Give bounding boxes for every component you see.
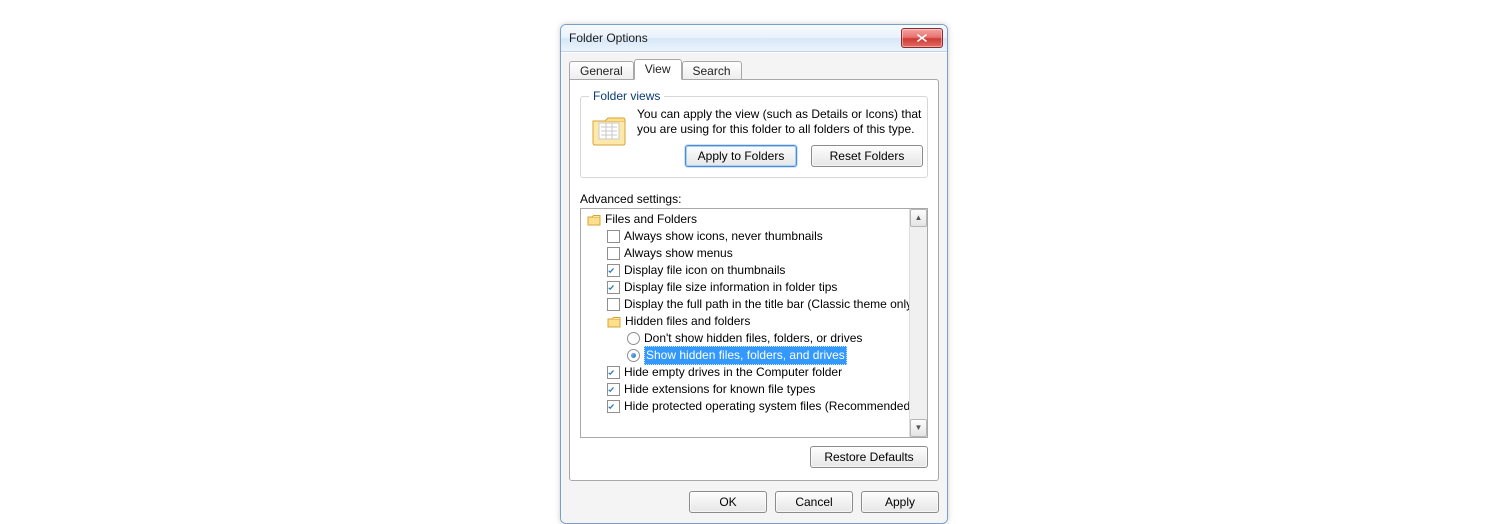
chevron-up-icon: ▲ — [915, 214, 923, 222]
folder-preview-icon — [589, 109, 629, 149]
window-title: Folder Options — [569, 31, 901, 45]
opt-label: Display the full path in the title bar (… — [624, 296, 909, 313]
opt-hide-protected-os-files[interactable]: Hide protected operating system files (R… — [585, 398, 909, 415]
opt-display-file-icon-on-thumbnails[interactable]: Display file icon on thumbnails — [585, 262, 909, 279]
checkbox-icon[interactable] — [607, 230, 620, 243]
titlebar[interactable]: Folder Options — [561, 25, 947, 52]
close-icon — [917, 34, 927, 42]
ok-button[interactable]: OK — [689, 491, 767, 513]
apply-to-folders-button[interactable]: Apply to Folders — [685, 145, 797, 167]
folder-views-title: Folder views — [589, 89, 664, 103]
tab-page-view: Folder views — [569, 79, 939, 481]
advanced-settings-label: Advanced settings: — [580, 192, 928, 206]
opt-label-selected: Show hidden files, folders, and drives — [644, 346, 847, 365]
folder-views-group: Folder views — [580, 96, 928, 178]
opt-dont-show-hidden[interactable]: Don't show hidden files, folders, or dri… — [585, 330, 909, 347]
radio-icon[interactable] — [627, 349, 640, 362]
opt-label: Hide empty drives in the Computer folder — [624, 364, 842, 381]
restore-defaults-button[interactable]: Restore Defaults — [810, 446, 928, 468]
tab-search[interactable]: Search — [682, 61, 742, 81]
opt-always-show-menus[interactable]: Always show menus — [585, 245, 909, 262]
checkbox-icon[interactable] — [607, 366, 620, 379]
tree-content: Files and Folders Always show icons, nev… — [581, 209, 909, 437]
opt-label: Always show icons, never thumbnails — [624, 228, 823, 245]
chevron-down-icon: ▼ — [915, 424, 923, 432]
folder-views-description: You can apply the view (such as Details … — [637, 107, 923, 137]
opt-label: Always show menus — [624, 245, 733, 262]
folder-options-dialog: Folder Options General View Search Folde… — [560, 24, 948, 524]
tab-strip: General View Search — [569, 59, 939, 80]
checkbox-icon[interactable] — [607, 247, 620, 260]
folder-icon — [607, 316, 621, 328]
scrollbar[interactable]: ▲ ▼ — [909, 209, 927, 437]
folder-icon — [587, 214, 601, 226]
client-area: General View Search Folder views — [561, 52, 947, 523]
opt-label: Display file icon on thumbnails — [624, 262, 785, 279]
advanced-settings-tree[interactable]: Files and Folders Always show icons, nev… — [580, 208, 928, 438]
opt-label: Don't show hidden files, folders, or dri… — [644, 330, 862, 347]
opt-display-file-size-in-tips[interactable]: Display file size information in folder … — [585, 279, 909, 296]
scroll-up-button[interactable]: ▲ — [910, 209, 927, 227]
checkbox-icon[interactable] — [607, 264, 620, 277]
opt-display-full-path-titlebar[interactable]: Display the full path in the title bar (… — [585, 296, 909, 313]
opt-show-hidden[interactable]: Show hidden files, folders, and drives — [585, 347, 909, 364]
tab-general[interactable]: General — [569, 61, 634, 81]
apply-button[interactable]: Apply — [861, 491, 939, 513]
dialog-buttons: OK Cancel Apply — [569, 491, 939, 513]
checkbox-icon[interactable] — [607, 383, 620, 396]
opt-label: Hidden files and folders — [625, 313, 750, 330]
cancel-button[interactable]: Cancel — [775, 491, 853, 513]
close-button[interactable] — [901, 28, 943, 48]
opt-hide-extensions[interactable]: Hide extensions for known file types — [585, 381, 909, 398]
checkbox-icon[interactable] — [607, 298, 620, 311]
scroll-down-button[interactable]: ▼ — [910, 419, 927, 437]
tab-view[interactable]: View — [634, 59, 682, 80]
tree-root-files-and-folders[interactable]: Files and Folders — [585, 211, 909, 228]
radio-icon[interactable] — [627, 332, 640, 345]
tree-group-hidden-files[interactable]: Hidden files and folders — [585, 313, 909, 330]
reset-folders-button[interactable]: Reset Folders — [811, 145, 923, 167]
opt-hide-empty-drives[interactable]: Hide empty drives in the Computer folder — [585, 364, 909, 381]
opt-always-show-icons[interactable]: Always show icons, never thumbnails — [585, 228, 909, 245]
opt-label: Display file size information in folder … — [624, 279, 837, 296]
tree-root-label: Files and Folders — [605, 211, 697, 228]
opt-label: Hide protected operating system files (R… — [624, 398, 909, 415]
opt-label: Hide extensions for known file types — [624, 381, 815, 398]
checkbox-icon[interactable] — [607, 400, 620, 413]
checkbox-icon[interactable] — [607, 281, 620, 294]
